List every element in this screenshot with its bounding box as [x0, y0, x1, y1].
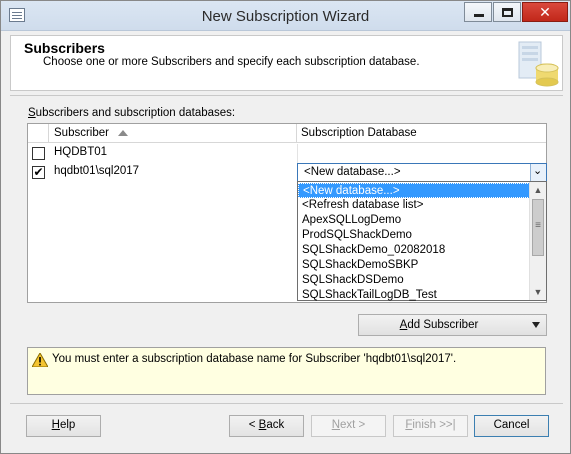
help-button[interactable]: Help: [26, 415, 101, 437]
wizard-window: New Subscription Wizard ✕ Subscribers Ch…: [0, 0, 571, 454]
cancel-button[interactable]: Cancel: [474, 415, 549, 437]
subscriber-name: HQDBT01: [54, 146, 108, 158]
scroll-down-icon[interactable]: ▼: [530, 284, 546, 300]
minimize-button[interactable]: [464, 2, 492, 22]
chevron-down-icon: ⌄: [533, 165, 543, 177]
header-divider: [10, 95, 563, 96]
validation-message: You must enter a subscription database n…: [27, 347, 546, 395]
add-subscriber-button[interactable]: Add Subscriber: [358, 314, 547, 336]
subscriber-checkbox[interactable]: ✔: [32, 166, 45, 179]
message-text: You must enter a subscription database n…: [52, 353, 457, 365]
table-row[interactable]: ✔ hqdbt01\sql2017 <New database...> ⌄: [28, 163, 547, 182]
subscriber-name: hqdbt01\sql2017: [54, 165, 140, 177]
combo-dropdown-button[interactable]: ⌄: [530, 164, 546, 181]
dropdown-option[interactable]: <New database...>: [298, 183, 530, 198]
grid-label: Subscribers and subscription databases:: [28, 107, 236, 119]
dropdown-option[interactable]: SQLShackDemoSBKP: [298, 258, 530, 273]
dropdown-scrollbar[interactable]: ▲ ▼: [529, 182, 546, 300]
maximize-button[interactable]: [493, 2, 521, 22]
minimize-icon: [474, 14, 484, 17]
dropdown-arrow-icon[interactable]: [532, 322, 540, 328]
page-subtitle: Choose one or more Subscribers and speci…: [43, 56, 420, 68]
close-icon: ✕: [539, 4, 551, 20]
page-title: Subscribers: [24, 40, 105, 56]
finish-button[interactable]: Finish >>|: [393, 415, 468, 437]
subscriber-checkbox[interactable]: [32, 147, 45, 160]
checkbox-column-header: [28, 124, 49, 143]
footer-divider: [10, 403, 563, 404]
next-button[interactable]: Next >: [311, 415, 386, 437]
dropdown-option[interactable]: SQLShackDSDemo: [298, 273, 530, 288]
title-bar[interactable]: New Subscription Wizard ✕: [1, 1, 570, 31]
sort-ascending-icon: [118, 130, 128, 136]
database-server-icon: [518, 41, 559, 87]
add-subscriber-label: Add Subscriber: [399, 319, 479, 331]
dropdown-option[interactable]: ApexSQLLogDemo: [298, 213, 530, 228]
database-dropdown-list[interactable]: <New database...> <Refresh database list…: [297, 181, 547, 301]
subscription-database-combo[interactable]: <New database...> ⌄: [297, 163, 547, 182]
warning-icon: [32, 353, 48, 367]
dropdown-option[interactable]: ProdSQLShackDemo: [298, 228, 530, 243]
scroll-up-icon[interactable]: ▲: [530, 182, 546, 198]
scroll-thumb[interactable]: [532, 199, 544, 256]
combo-value: <New database...>: [304, 166, 401, 178]
cell-divider: [297, 144, 298, 163]
dropdown-option[interactable]: <Refresh database list>: [298, 198, 530, 213]
table-row[interactable]: HQDBT01: [28, 144, 546, 163]
back-button[interactable]: < Back: [229, 415, 304, 437]
close-button[interactable]: ✕: [522, 2, 568, 22]
subscriber-column-header[interactable]: Subscriber: [49, 124, 297, 143]
dropdown-option[interactable]: SQLShackTailLogDB_Test: [298, 288, 530, 303]
maximize-icon: [502, 8, 513, 17]
database-column-header[interactable]: Subscription Database: [297, 124, 546, 143]
dropdown-option[interactable]: SQLShackDemo_02082018: [298, 243, 530, 258]
page-header: Subscribers Choose one or more Subscribe…: [10, 35, 563, 91]
